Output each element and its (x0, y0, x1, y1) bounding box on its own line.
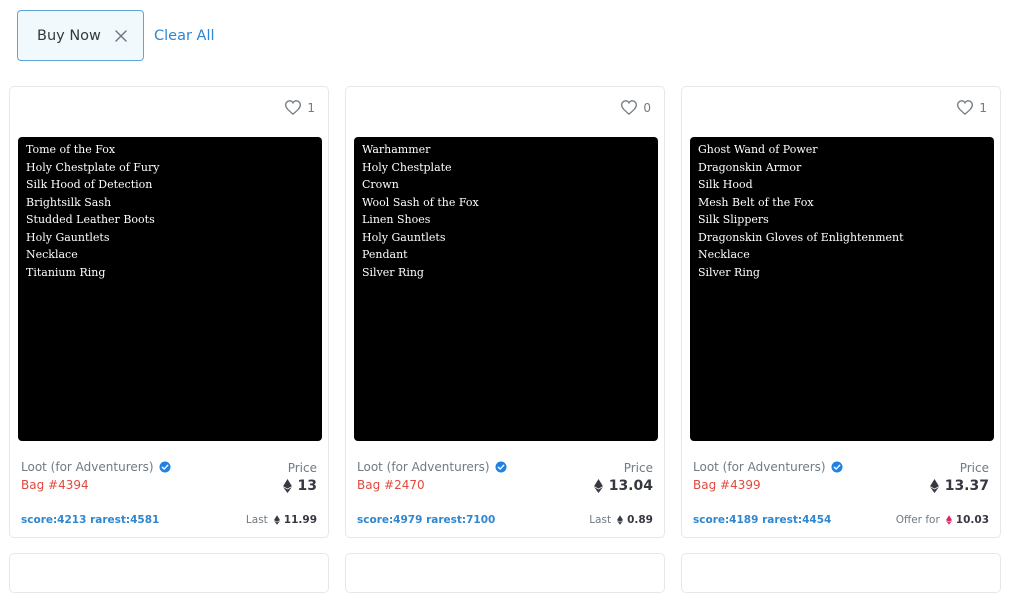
loot-item: Silver Ring (362, 265, 424, 279)
last-sale-value: 0.89 (627, 514, 653, 526)
price-amount: 13.04 (608, 478, 653, 494)
asset-image[interactable]: Ghost Wand of Power Dragonskin Armor Sil… (690, 137, 994, 441)
asset-name[interactable]: Bag #2470 (357, 478, 425, 492)
loot-item: Silver Ring (698, 265, 760, 279)
asset-card[interactable]: 1 Tome of the Fox Holy Chestplate of Fur… (9, 86, 329, 538)
weth-icon (945, 515, 952, 525)
rarity-score[interactable]: score:4213 rarest:4581 (21, 514, 159, 526)
eth-icon (617, 515, 624, 525)
loot-item: Necklace (698, 248, 750, 261)
collection-label: Loot (for Adventurers) (21, 460, 154, 474)
best-offer-label: Offer for (895, 514, 940, 526)
asset-image[interactable]: Warhammer Holy Chestplate Crown Wool Sas… (354, 137, 658, 441)
collection-label: Loot (for Adventurers) (357, 460, 490, 474)
last-sale-label: Last (589, 514, 612, 526)
loot-item: Silk Hood (698, 178, 753, 191)
loot-item: Dragonskin Gloves of Enlightenment (698, 230, 904, 244)
collection-name[interactable]: Loot (for Adventurers) (693, 460, 843, 474)
eth-icon (929, 479, 939, 493)
heart-icon (621, 100, 638, 115)
asset-name[interactable]: Bag #4399 (693, 478, 761, 492)
loot-item: Holy Chestplate (362, 160, 452, 174)
favorite-count: 0 (643, 100, 651, 115)
price-amount: 13.37 (944, 478, 989, 494)
filter-chip-label: Buy Now (37, 27, 101, 44)
asset-image[interactable]: Tome of the Fox Holy Chestplate of Fury … (18, 137, 322, 441)
loot-item: Tome of the Fox (26, 143, 116, 156)
close-icon[interactable] (114, 29, 128, 43)
best-offer-value: 10.03 (955, 514, 989, 526)
loot-item: Silk Slippers (698, 213, 769, 226)
loot-item: Warhammer (362, 143, 431, 156)
price-label: Price (623, 461, 653, 475)
heart-icon (957, 100, 974, 115)
verified-badge-icon (831, 461, 843, 473)
asset-card[interactable]: 1 Ghost Wand of Power Dragonskin Armor S… (681, 86, 1001, 538)
verified-badge-icon (159, 461, 171, 473)
eth-icon (282, 479, 292, 493)
asset-card[interactable] (681, 553, 1001, 593)
collection-label: Loot (for Adventurers) (693, 460, 826, 474)
last-sale-value: 11.99 (283, 514, 317, 526)
active-filters: Buy Now Clear All (17, 10, 215, 61)
price-value: 13 (282, 478, 317, 494)
loot-item: Linen Shoes (362, 213, 431, 226)
loot-item: Silk Hood of Detection (26, 178, 153, 191)
loot-item: Titanium Ring (26, 265, 106, 279)
favorite-count: 1 (979, 100, 987, 115)
asset-card[interactable] (345, 553, 665, 593)
price-amount: 13 (297, 478, 317, 494)
loot-item: Studded Leather Boots (26, 213, 155, 226)
loot-item: Wool Sash of the Fox (362, 195, 479, 209)
best-offer: Offer for 10.03 (896, 514, 989, 526)
price-label: Price (287, 461, 317, 475)
asset-card[interactable] (9, 553, 329, 593)
collection-name[interactable]: Loot (for Adventurers) (357, 460, 507, 474)
loot-item: Holy Chestplate of Fury (26, 160, 160, 174)
loot-item: Holy Gauntlets (26, 230, 110, 244)
price-value: 13.04 (593, 478, 653, 494)
loot-item: Pendant (362, 248, 408, 261)
last-sale: Last 11.99 (246, 514, 317, 526)
eth-icon (593, 479, 603, 493)
loot-item: Ghost Wand of Power (698, 143, 818, 156)
loot-item: Holy Gauntlets (362, 230, 446, 244)
loot-item: Crown (362, 178, 399, 191)
price-label: Price (959, 461, 989, 475)
asset-card[interactable]: 0 Warhammer Holy Chestplate Crown Wool S… (345, 86, 665, 538)
rarity-score[interactable]: score:4979 rarest:7100 (357, 514, 495, 526)
last-sale: Last 0.89 (589, 514, 653, 526)
clear-all-link[interactable]: Clear All (154, 28, 215, 44)
rarity-score[interactable]: score:4189 rarest:4454 (693, 514, 831, 526)
loot-item: Mesh Belt of the Fox (698, 195, 814, 209)
filter-chip-buy-now[interactable]: Buy Now (17, 10, 144, 61)
favorite-button[interactable]: 1 (957, 100, 987, 115)
favorite-count: 1 (307, 100, 315, 115)
favorite-button[interactable]: 1 (285, 100, 315, 115)
verified-badge-icon (495, 461, 507, 473)
favorite-button[interactable]: 0 (621, 100, 651, 115)
loot-item: Necklace (26, 248, 78, 261)
heart-icon (285, 100, 302, 115)
loot-item: Dragonskin Armor (698, 160, 802, 174)
eth-icon (273, 515, 280, 525)
last-sale-label: Last (245, 514, 268, 526)
loot-item: Brightsilk Sash (26, 195, 112, 209)
collection-name[interactable]: Loot (for Adventurers) (21, 460, 171, 474)
asset-name[interactable]: Bag #4394 (21, 478, 89, 492)
price-value: 13.37 (929, 478, 989, 494)
